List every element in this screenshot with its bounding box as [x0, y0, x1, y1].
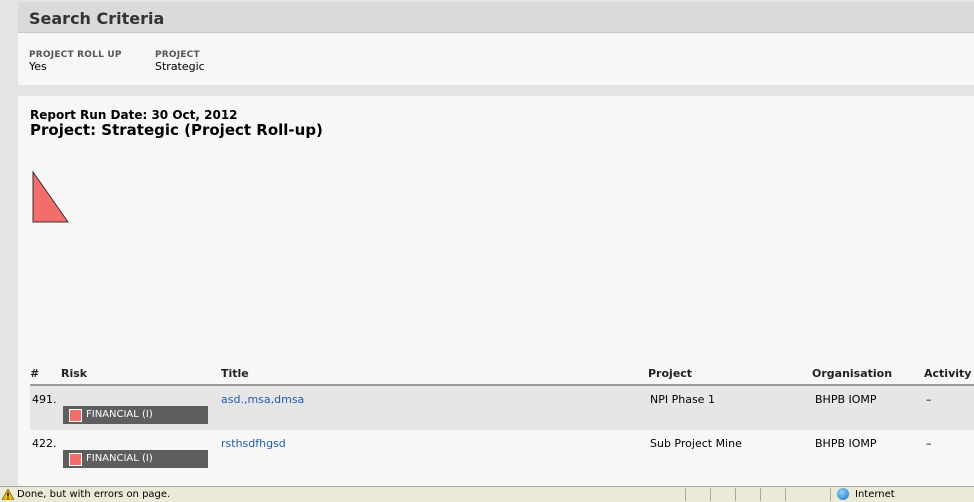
- report-panel: Report Run Date: 30 Oct, 2012 Project: S…: [18, 96, 974, 486]
- col-number: #: [30, 367, 40, 380]
- security-zone-label: Internet: [855, 489, 895, 500]
- risk-label: FINANCIAL (I): [86, 409, 153, 420]
- search-criteria-panel: PROJECT ROLL UP Yes PROJECT Strategic: [18, 33, 974, 85]
- status-divider: [785, 488, 786, 501]
- criteria-value: Strategic: [155, 60, 205, 73]
- status-divider: [830, 488, 831, 501]
- criteria-value: Yes: [29, 60, 47, 73]
- criteria-label: PROJECT ROLL UP: [29, 50, 122, 60]
- report-run-date: Report Run Date: 30 Oct, 2012: [30, 108, 238, 122]
- col-activity[interactable]: Activity: [924, 367, 971, 380]
- risk-marker-icon: [69, 453, 82, 466]
- table-row: 422. FINANCIAL (I) rsthsdfhgsd Sub Proje…: [30, 430, 974, 474]
- table-header: # Risk Title Project Organisation Activi…: [30, 364, 974, 386]
- search-criteria-header: Search Criteria: [18, 2, 974, 33]
- criteria-project-roll-up: PROJECT ROLL UP Yes: [29, 50, 122, 73]
- risk-badge[interactable]: FINANCIAL (I): [63, 406, 208, 424]
- risk-badge[interactable]: FINANCIAL (I): [63, 450, 208, 468]
- status-divider: [710, 488, 711, 501]
- row-organisation: BHPB IOMP: [815, 437, 877, 450]
- row-organisation: BHPB IOMP: [815, 393, 877, 406]
- status-divider: [760, 488, 761, 501]
- row-activity: –: [926, 437, 932, 450]
- risk-triangle: [32, 170, 69, 223]
- criteria-project: PROJECT Strategic: [155, 50, 205, 73]
- col-organisation[interactable]: Organisation: [812, 367, 892, 380]
- status-divider: [685, 488, 686, 501]
- risk-label: FINANCIAL (I): [86, 453, 153, 464]
- status-text: Done, but with errors on page.: [17, 489, 171, 500]
- row-project: NPI Phase 1: [650, 393, 715, 406]
- risk-marker-icon: [69, 409, 82, 422]
- table-row: 491. FINANCIAL (I) asd.,msa,dmsa NPI Pha…: [30, 386, 974, 430]
- risk-title-link[interactable]: asd.,msa,dmsa: [221, 393, 304, 406]
- status-divider: [735, 488, 736, 501]
- warning-icon[interactable]: [2, 489, 14, 500]
- col-risk[interactable]: Risk: [61, 367, 87, 380]
- row-project: Sub Project Mine: [650, 437, 742, 450]
- col-project[interactable]: Project: [648, 367, 692, 380]
- search-criteria-title: Search Criteria: [29, 9, 165, 28]
- row-activity: –: [926, 393, 932, 406]
- risk-chart-graphic: [32, 170, 69, 223]
- internet-globe-icon: [837, 488, 849, 500]
- row-number: 491.: [32, 393, 57, 406]
- col-title[interactable]: Title: [221, 367, 249, 380]
- report-title: Project: Strategic (Project Roll-up): [30, 121, 323, 139]
- browser-status-bar: Done, but with errors on page. Internet: [0, 486, 974, 502]
- criteria-label: PROJECT: [155, 50, 200, 60]
- row-number: 422.: [32, 437, 57, 450]
- risk-title-link[interactable]: rsthsdfhgsd: [221, 437, 286, 450]
